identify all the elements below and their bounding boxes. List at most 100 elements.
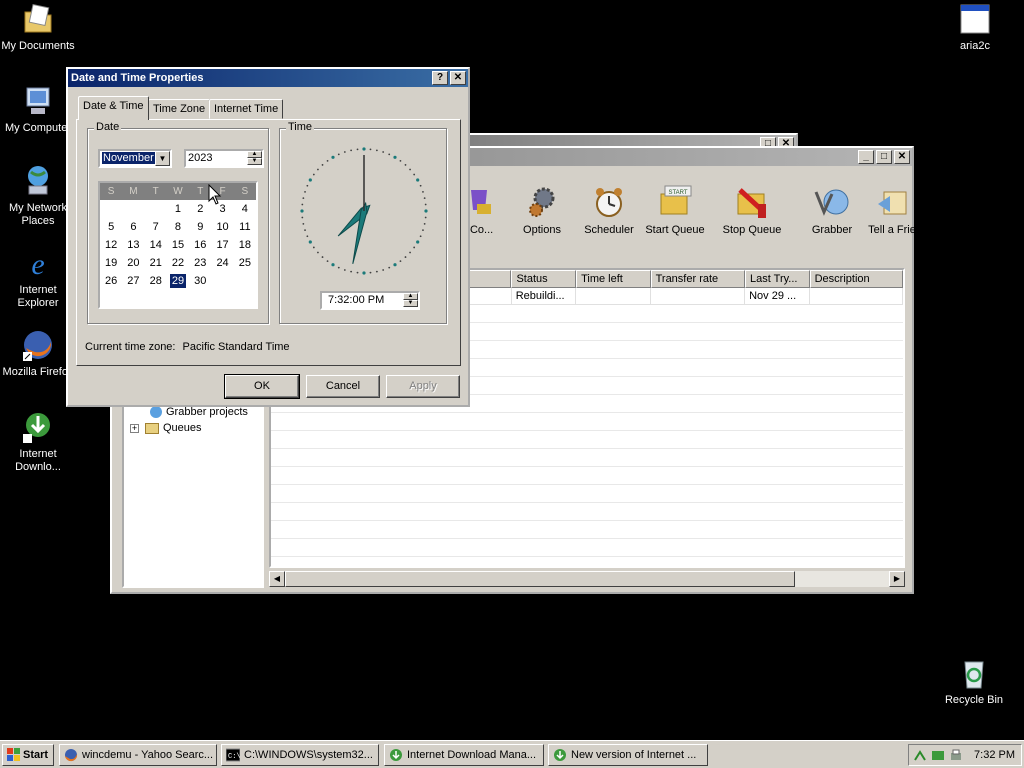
taskbar-item-firefox[interactable]: wincdemu - Yahoo Searc... [59,744,217,766]
calendar-day[interactable]: 28 [145,272,167,290]
toolbar-start-queue[interactable]: START Start Queue [640,184,710,236]
spin-up-icon[interactable]: ▲ [247,151,262,158]
calendar-day[interactable]: 5 [100,218,122,236]
clock-tick [369,148,372,151]
calendar-day[interactable]: 23 [189,254,211,272]
time-spin-buttons[interactable]: ▲ ▼ [403,293,418,308]
month-select[interactable]: November ▼ [98,149,172,168]
desktop-icon-internet-download-manager[interactable]: Internet Downlo... [0,410,78,474]
tab-time-zone[interactable]: Time Zone [148,99,211,119]
calendar-day[interactable]: 19 [100,254,122,272]
tray-idm-icon[interactable] [931,748,945,765]
calendar-day[interactable]: 13 [122,236,144,254]
calendar-day[interactable]: 9 [189,218,211,236]
clock-tick [393,155,397,159]
calendar-day[interactable]: 16 [189,236,211,254]
tab-internet-time[interactable]: Internet Time [209,99,284,119]
toolbar-tell-a-friend[interactable]: Tell a Frie [857,184,927,236]
taskbar-clock[interactable]: 7:32 PM [974,749,1015,761]
close-button[interactable]: ✕ [894,150,910,164]
calendar-day[interactable]: 1 [167,200,189,218]
cancel-button[interactable]: Cancel [306,375,380,398]
column-header[interactable]: Description [809,270,903,288]
time-spinner[interactable]: 7:32:00 PM ▲ ▼ [320,291,420,310]
calendar-day[interactable]: 22 [167,254,189,272]
toolbar-options[interactable]: Options [507,184,577,236]
scroll-thumb[interactable] [285,571,795,587]
year-spinner[interactable]: 2023 ▲ ▼ [184,149,264,168]
spin-down-icon[interactable]: ▼ [247,158,262,165]
clock-tick [301,216,304,219]
clock-tick [331,263,335,267]
calendar-day[interactable]: 26 [100,272,122,290]
close-button[interactable]: ✕ [450,71,466,85]
chevron-down-icon[interactable]: ▼ [155,151,170,166]
toolbar-label: Stop Queue [722,224,782,236]
calendar-day[interactable]: 8 [167,218,189,236]
folder-icon [145,422,159,434]
calendar-day[interactable]: 14 [145,236,167,254]
clock-tick [393,263,397,267]
calendar-day[interactable]: 27 [122,272,144,290]
calendar-day[interactable]: 29 [169,274,187,288]
time-zone-label: Current time zone: [85,341,176,353]
column-header[interactable]: Transfer rate [650,270,745,288]
window-app-icon [958,2,992,36]
clock-tick [317,251,319,254]
tree-item-label: Grabber projects [166,406,248,418]
clock-tick [356,271,359,274]
minimize-button[interactable]: _ [858,150,874,164]
toolbar-stop-queue[interactable]: Stop Queue [717,184,787,236]
desktop-icon-recycle-bin[interactable]: Recycle Bin [934,656,1014,707]
toolbar-scheduler[interactable]: Scheduler [574,184,644,236]
tray-network-icon[interactable] [913,748,927,765]
dialog-titlebar[interactable]: Date and Time Properties ? ✕ [68,69,468,87]
calendar-day[interactable]: 6 [122,218,144,236]
column-header[interactable]: Time left [576,270,651,288]
calendar-day[interactable]: 11 [234,218,256,236]
calendar-day[interactable]: 15 [167,236,189,254]
tab-date-time[interactable]: Date & Time [78,96,149,120]
categories-tree: Grabber projects + Queues [122,398,264,588]
calendar-day[interactable]: 20 [122,254,144,272]
taskbar-item-cmd[interactable]: C:\ C:\WINDOWS\system32... [221,744,379,766]
column-header[interactable]: Last Try... [745,270,810,288]
calendar-day[interactable]: 7 [145,218,167,236]
help-button[interactable]: ? [432,71,448,85]
calendar-day[interactable]: 21 [145,254,167,272]
spin-up-icon[interactable]: ▲ [403,293,418,300]
year-spin-buttons[interactable]: ▲ ▼ [247,151,262,166]
calendar-day[interactable]: 24 [211,254,233,272]
horizontal-scrollbar[interactable]: ◀ ▶ [269,570,905,587]
date-time-dialog[interactable]: Date and Time Properties ? ✕ Date & Time… [66,67,470,407]
apply-button[interactable]: Apply [386,375,460,398]
calendar-day[interactable]: 30 [189,272,211,290]
taskbar-item-idm-update[interactable]: New version of Internet ... [548,744,708,766]
system-tray: 7:32 PM [908,744,1022,766]
scroll-left-button[interactable]: ◀ [269,571,285,587]
calendar-day[interactable]: 25 [234,254,256,272]
clock-tick [423,197,426,200]
calendar-day[interactable]: 17 [211,236,233,254]
scroll-right-button[interactable]: ▶ [889,571,905,587]
start-button[interactable]: Start [2,744,54,766]
calendar-empty-cell [211,272,233,290]
tree-item-queues[interactable]: + Queues [130,422,202,434]
expand-plus-icon[interactable]: + [130,423,139,433]
maximize-button[interactable]: □ [876,150,892,164]
spin-down-icon[interactable]: ▼ [403,300,418,307]
tree-item-grabber-projects[interactable]: Grabber projects [150,406,248,418]
calendar-day[interactable]: 10 [211,218,233,236]
desktop-icon-aria2c[interactable]: aria2c [935,2,1015,53]
tray-printer-icon[interactable] [949,748,963,765]
year-value: 2023 [188,152,213,164]
desktop-icon-my-documents[interactable]: My Documents [0,2,78,53]
calendar-day[interactable]: 12 [100,236,122,254]
column-header[interactable]: Status [511,270,577,288]
ok-button[interactable]: OK [224,374,300,399]
firefox-icon [21,328,55,362]
calendar-day[interactable]: 18 [234,236,256,254]
calendar-day[interactable]: 4 [234,200,256,218]
taskbar-item-idm[interactable]: Internet Download Mana... [384,744,544,766]
recycle-bin-icon [957,656,991,690]
